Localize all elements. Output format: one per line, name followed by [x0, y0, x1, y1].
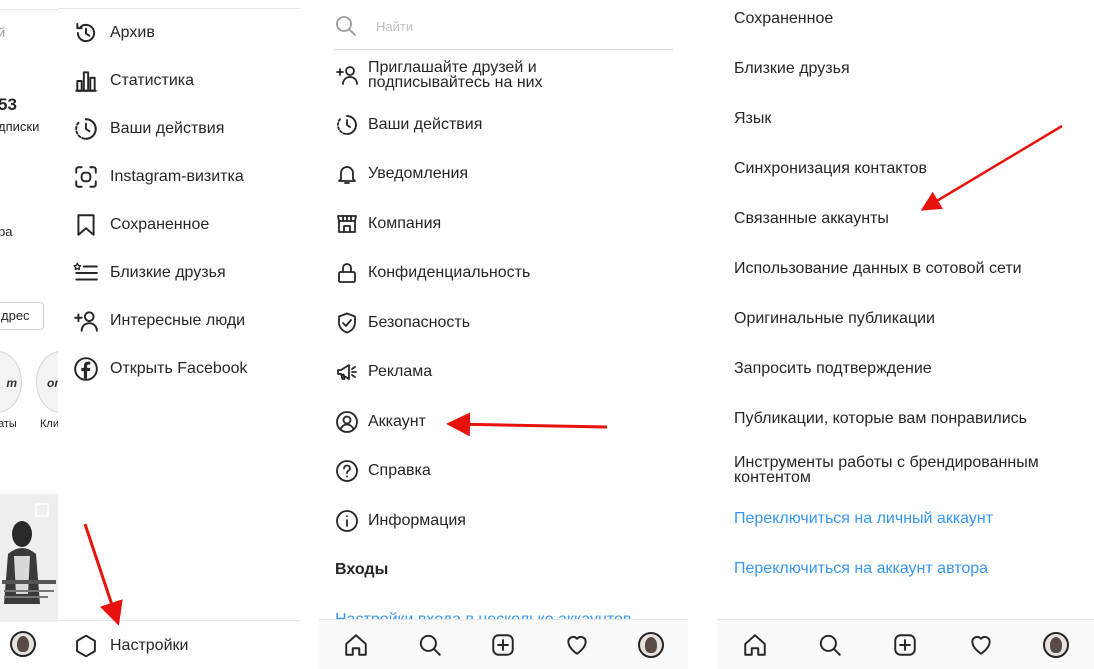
- arrow-to-linked-accounts: [920, 124, 1063, 211]
- arrow-to-settings: [83, 523, 123, 626]
- annotation-arrows: [83, 124, 1063, 626]
- arrow-to-account: [446, 412, 608, 437]
